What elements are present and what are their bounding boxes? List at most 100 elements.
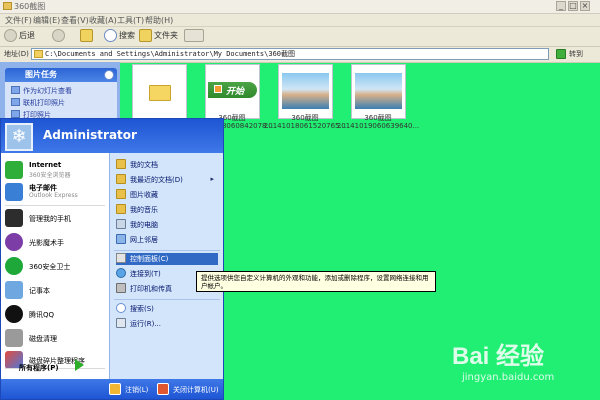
program-recent[interactable]: 磁盘清理 <box>5 329 107 347</box>
browser-icon <box>5 161 23 179</box>
program-recent[interactable]: 腾讯QQ <box>5 305 107 323</box>
place-my-documents[interactable]: 我的文档 <box>116 159 218 171</box>
program-name: 管理我的手机 <box>29 215 71 223</box>
address-label: 地址(D) <box>4 50 29 58</box>
program-email[interactable]: 电子邮件 Outlook Express <box>5 183 107 201</box>
picture-tasks-title: 图片任务 <box>25 70 57 79</box>
place-control-panel[interactable]: 控制面板(C) <box>116 253 218 265</box>
minimize-button[interactable]: _ <box>556 1 566 11</box>
menu-bar: 文件(F) 编辑(E) 查看(V) 收藏(A) 工具(T) 帮助(H) <box>0 14 600 27</box>
back-arrow-icon[interactable] <box>4 29 17 42</box>
connect-icon <box>116 268 126 278</box>
notepad-icon <box>5 281 23 299</box>
program-name: Internet <box>29 161 62 169</box>
program-subtitle: Outlook Express <box>29 192 78 199</box>
venice-photo <box>282 73 329 109</box>
start-button-image: 开始 <box>208 82 257 98</box>
address-path: C:\Documents and Settings\Administrator\… <box>45 50 296 58</box>
disk-cleanup-icon <box>5 329 23 347</box>
menu-view[interactable]: 查看(V) <box>61 15 89 26</box>
program-recent[interactable]: 光影魔术手 <box>5 233 107 251</box>
address-bar: 地址(D) C:\Documents and Settings\Administ… <box>0 47 600 63</box>
shutdown-button[interactable]: 关闭计算机(U) <box>157 383 221 395</box>
place-label: 打印机和传真 <box>130 285 172 293</box>
file-name: 360截图 <box>364 114 392 122</box>
program-subtitle: 360安全浏览器 <box>29 172 71 179</box>
all-programs-button[interactable]: 所有程序(P) <box>19 363 59 373</box>
submenu-arrow-icon: ▸ <box>210 175 214 183</box>
user-name: Administrator <box>43 128 137 142</box>
photo-editor-icon <box>5 233 23 251</box>
picture-tasks-header[interactable]: 图片任务 <box>5 68 117 82</box>
up-folder-icon[interactable] <box>80 29 93 42</box>
task-slideshow[interactable]: 作为幻灯片查看 <box>23 86 72 96</box>
view-mode-icon[interactable] <box>184 29 204 42</box>
go-arrow-icon[interactable] <box>556 49 566 59</box>
folder-icon <box>149 85 171 101</box>
back-button[interactable]: 后退 <box>19 30 35 41</box>
go-button[interactable]: 转到 <box>569 49 583 59</box>
program-name: 腾讯QQ <box>29 311 55 319</box>
search-button[interactable]: 搜索 <box>119 30 135 41</box>
forward-arrow-icon[interactable] <box>52 29 65 42</box>
place-my-computer[interactable]: 我的电脑 <box>116 219 218 231</box>
place-recent-documents[interactable]: 我最近的文档(D) ▸ <box>116 174 218 186</box>
separator <box>5 205 105 206</box>
collapse-icon[interactable] <box>104 70 114 80</box>
windows-logo-icon <box>214 85 222 93</box>
place-search[interactable]: 搜索(S) <box>116 303 218 315</box>
place-run[interactable]: 运行(R)... <box>116 318 218 330</box>
program-recent[interactable]: 360安全卫士 <box>5 257 107 275</box>
place-label: 我的文档 <box>130 161 158 169</box>
printer-icon <box>116 283 126 293</box>
folders-icon[interactable] <box>139 29 152 42</box>
control-panel-tooltip: 提供选项供您自定义计算机的外观和功能，添加或删除程序，设置网络连接和用户帐户。 <box>196 271 436 292</box>
my-documents-icon <box>116 159 126 169</box>
file-thumbnail[interactable] <box>278 64 333 119</box>
file-thumbnail[interactable]: 开始 <box>205 64 260 119</box>
task-pane: 图片任务 作为幻灯片查看 联机打印照片 打印照片 <box>0 62 120 122</box>
menu-favorites[interactable]: 收藏(A) <box>89 15 117 26</box>
close-button[interactable]: × <box>580 1 590 11</box>
folders-button[interactable]: 文件夹 <box>154 30 178 41</box>
my-pictures-icon <box>116 189 126 199</box>
place-label: 网上邻居 <box>130 236 158 244</box>
program-internet[interactable]: Internet 360安全浏览器 <box>5 161 107 179</box>
menu-edit[interactable]: 编辑(E) <box>33 15 60 26</box>
separator <box>114 299 220 300</box>
slideshow-icon <box>11 86 20 94</box>
printer-icon <box>11 110 20 118</box>
program-recent[interactable]: 记事本 <box>5 281 107 299</box>
maximize-button[interactable]: □ <box>568 1 578 11</box>
place-label: 连接到(T) <box>130 270 161 278</box>
user-avatar-icon[interactable]: ❄ <box>5 123 33 151</box>
toolbar: 后退 搜索 文件夹 <box>0 27 600 47</box>
place-network[interactable]: 网上邻居 <box>116 234 218 246</box>
program-name: 360安全卫士 <box>29 263 71 271</box>
program-name: 记事本 <box>29 287 50 295</box>
my-music-icon <box>116 204 126 214</box>
security-shield-icon <box>5 257 23 275</box>
address-input[interactable]: C:\Documents and Settings\Administrator\… <box>31 48 549 60</box>
all-programs-arrow-icon[interactable] <box>75 359 84 371</box>
place-label: 我最近的文档(D) <box>130 176 183 184</box>
place-my-music[interactable]: 我的音乐 <box>116 204 218 216</box>
search-icon[interactable] <box>104 29 117 42</box>
search-icon <box>116 303 126 313</box>
place-my-pictures[interactable]: 图片收藏 <box>116 189 218 201</box>
file-thumbnail[interactable] <box>132 64 187 119</box>
start-menu-places: 我的文档 我最近的文档(D) ▸ 图片收藏 我的音乐 我的电脑 网上邻居 控制面… <box>109 153 223 379</box>
window-titlebar[interactable]: 360截图 _ □ × <box>0 0 600 14</box>
menu-tools[interactable]: 工具(T) <box>117 15 144 26</box>
start-menu: ❄ Administrator Internet 360安全浏览器 电子邮件 O… <box>0 118 224 400</box>
task-order-prints[interactable]: 联机打印照片 <box>23 98 65 108</box>
menu-file[interactable]: 文件(F) <box>5 15 32 26</box>
program-recent[interactable]: 管理我的手机 <box>5 209 107 227</box>
menu-help[interactable]: 帮助(H) <box>145 15 173 26</box>
logoff-label: 注销(L) <box>125 386 149 394</box>
file-thumbnail[interactable] <box>351 64 406 119</box>
qq-penguin-icon <box>5 305 23 323</box>
shutdown-label: 关闭计算机(U) <box>173 386 219 394</box>
logoff-button[interactable]: 注销(L) <box>109 383 157 395</box>
program-name: 光影魔术手 <box>29 239 64 247</box>
